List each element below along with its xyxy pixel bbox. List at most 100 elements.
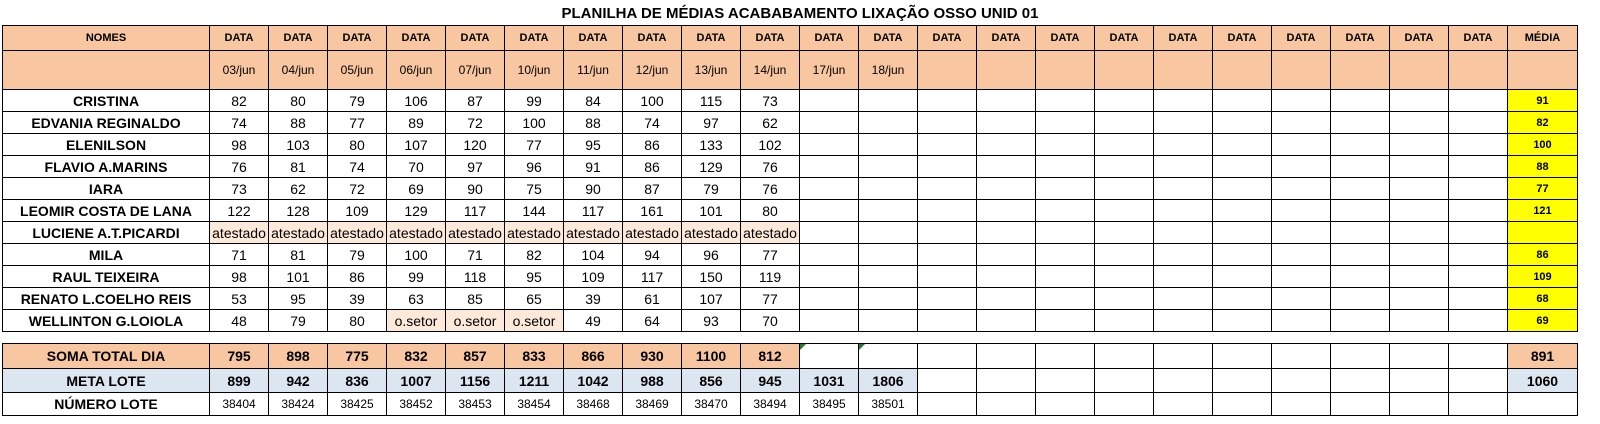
date-header[interactable]: DATA [209,25,269,51]
score-cell[interactable]: 76 [740,177,800,200]
lote-cell[interactable] [1448,392,1508,416]
score-cell[interactable] [1035,199,1095,222]
score-cell[interactable] [1448,111,1508,134]
soma-label[interactable]: SOMA TOTAL DIA [2,343,210,369]
score-cell[interactable] [1448,221,1508,244]
date-header[interactable]: DATA [504,25,564,51]
score-cell[interactable]: 95 [504,265,564,288]
score-cell[interactable]: 71 [209,243,269,266]
score-cell[interactable] [1153,199,1213,222]
soma-cell[interactable]: 833 [504,343,564,369]
blank-cell[interactable] [917,331,977,344]
score-cell[interactable] [1271,221,1331,244]
score-cell[interactable] [1094,221,1154,244]
score-cell[interactable] [976,265,1036,288]
soma-cell[interactable] [1448,343,1508,369]
average-header[interactable]: MÉDIA [1507,25,1578,51]
average-cell[interactable]: 86 [1507,243,1578,266]
score-cell[interactable] [858,155,918,178]
lote-average[interactable] [1507,392,1578,416]
score-cell[interactable]: atestado [563,221,623,244]
score-cell[interactable]: atestado [622,221,682,244]
score-cell[interactable]: 101 [681,199,741,222]
score-cell[interactable] [1153,309,1213,332]
blank-cell[interactable] [2,331,210,344]
score-cell[interactable] [1153,133,1213,156]
names-header[interactable]: NOMES [2,25,210,51]
score-cell[interactable]: 100 [386,243,446,266]
meta-cell[interactable] [1094,368,1154,393]
score-cell[interactable] [1389,265,1449,288]
date-header[interactable]: DATA [1094,25,1154,51]
score-cell[interactable] [1389,111,1449,134]
score-cell[interactable] [1212,111,1272,134]
employee-name[interactable]: FLAVIO A.MARINS [2,155,210,178]
meta-cell[interactable]: 856 [681,368,741,393]
score-cell[interactable] [917,133,977,156]
employee-name[interactable]: LEOMIR COSTA DE LANA [2,199,210,222]
score-cell[interactable] [976,111,1036,134]
score-cell[interactable]: 94 [622,243,682,266]
score-cell[interactable]: 84 [563,89,623,112]
date-cell[interactable] [1448,50,1508,90]
score-cell[interactable] [1212,89,1272,112]
date-cell[interactable]: 04/jun [268,50,328,90]
score-cell[interactable]: 150 [681,265,741,288]
soma-cell[interactable]: 832 [386,343,446,369]
score-cell[interactable]: 106 [386,89,446,112]
date-cell[interactable]: 18/jun [858,50,918,90]
score-cell[interactable] [1389,199,1449,222]
lote-cell[interactable] [976,392,1036,416]
score-cell[interactable] [1094,133,1154,156]
score-cell[interactable] [1389,89,1449,112]
score-cell[interactable]: 80 [327,309,387,332]
blank-cell[interactable] [1094,331,1154,344]
score-cell[interactable]: 90 [445,177,505,200]
score-cell[interactable]: atestado [268,221,328,244]
meta-cell[interactable]: 1031 [799,368,859,393]
blank-cell[interactable] [504,331,564,344]
score-cell[interactable]: 77 [740,287,800,310]
score-cell[interactable]: 100 [622,89,682,112]
score-cell[interactable]: 85 [445,287,505,310]
score-cell[interactable]: 72 [327,177,387,200]
score-cell[interactable]: 128 [268,199,328,222]
soma-cell[interactable] [1389,343,1449,369]
score-cell[interactable] [917,221,977,244]
average-cell[interactable]: 88 [1507,155,1578,178]
date-header[interactable]: DATA [681,25,741,51]
meta-cell[interactable]: 942 [268,368,328,393]
blank-cell[interactable] [681,331,741,344]
score-cell[interactable] [1448,133,1508,156]
score-cell[interactable]: atestado [445,221,505,244]
lote-cell[interactable] [1389,392,1449,416]
blank-cell[interactable] [740,331,800,344]
score-cell[interactable]: atestado [740,221,800,244]
soma-cell[interactable] [1094,343,1154,369]
meta-cell[interactable] [976,368,1036,393]
lote-cell[interactable]: 38501 [858,392,918,416]
average-cell[interactable]: 121 [1507,199,1578,222]
score-cell[interactable]: 117 [563,199,623,222]
score-cell[interactable] [858,287,918,310]
score-cell[interactable]: 73 [740,89,800,112]
meta-cell[interactable]: 1211 [504,368,564,393]
score-cell[interactable]: 39 [327,287,387,310]
score-cell[interactable]: 99 [504,89,564,112]
meta-cell[interactable]: 988 [622,368,682,393]
score-cell[interactable] [1153,111,1213,134]
score-cell[interactable]: atestado [386,221,446,244]
date-header[interactable]: DATA [445,25,505,51]
lote-cell[interactable]: 38453 [445,392,505,416]
score-cell[interactable]: 117 [445,199,505,222]
score-cell[interactable] [1212,155,1272,178]
lote-cell[interactable] [1153,392,1213,416]
date-cell[interactable]: 03/jun [209,50,269,90]
lote-cell[interactable]: 38470 [681,392,741,416]
meta-cell[interactable] [1389,368,1449,393]
average-cell[interactable]: 91 [1507,89,1578,112]
date-header[interactable]: DATA [858,25,918,51]
blank-cell[interactable] [2,50,210,90]
date-cell[interactable]: 11/jun [563,50,623,90]
score-cell[interactable] [1035,221,1095,244]
